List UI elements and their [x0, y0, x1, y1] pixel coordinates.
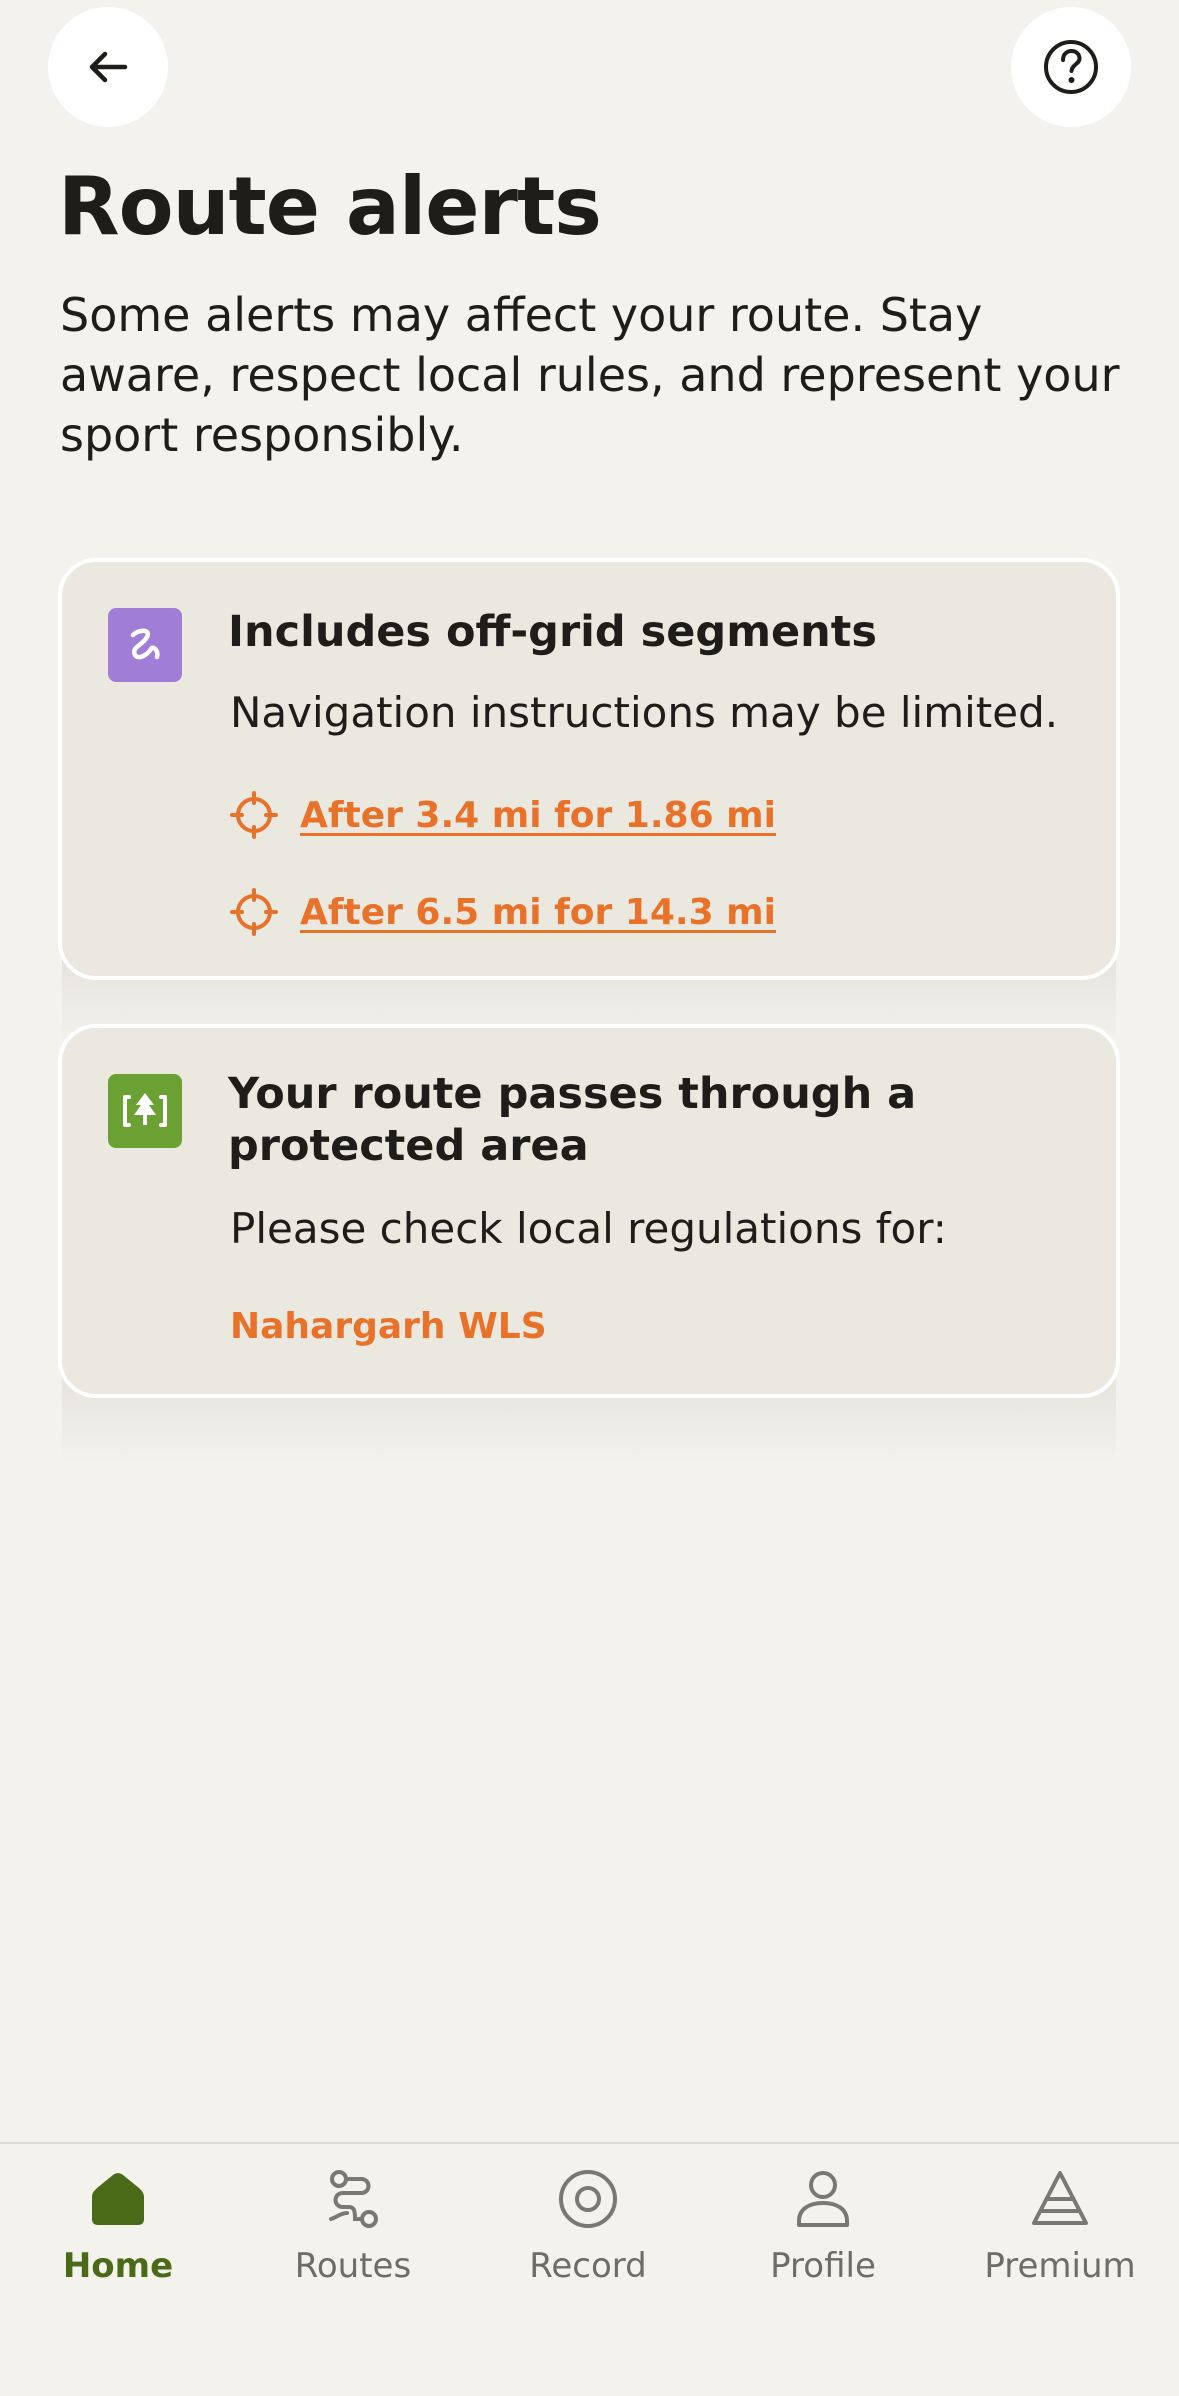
nav-item-profile[interactable]: Profile — [723, 2164, 923, 2286]
nav-label: Home — [62, 2246, 174, 2286]
segment-link-2[interactable]: After 6.5 mi for 14.3 mi — [230, 887, 776, 937]
nav-label: Profile — [770, 2246, 876, 2286]
alert-card: Includes off-grid segments Navigation in… — [58, 558, 1120, 980]
protected-area-link[interactable]: Nahargarh WLS — [230, 1306, 547, 1347]
nav-label: Routes — [294, 2246, 412, 2286]
crosshair-icon — [230, 791, 278, 839]
premium-icon — [1025, 2164, 1095, 2234]
nav-item-home[interactable]: Home — [18, 2164, 218, 2286]
segment-link-1[interactable]: After 3.4 mi for 1.86 mi — [230, 790, 776, 840]
alert-text: Please check local regulations for: — [230, 1204, 947, 1253]
tree-area-icon — [108, 1074, 182, 1148]
crosshair-icon — [230, 888, 278, 936]
route-alerts-screen: Route alerts Some alerts may affect your… — [0, 0, 1179, 2396]
nav-label: Record — [529, 2246, 647, 2286]
question-circle-icon — [1044, 40, 1098, 94]
home-icon — [83, 2164, 153, 2234]
squiggle-route-icon — [108, 608, 182, 682]
record-icon — [553, 2164, 623, 2234]
arrow-left-icon — [89, 51, 128, 83]
nav-item-routes[interactable]: Routes — [253, 2164, 453, 2286]
nav-item-premium[interactable]: Premium — [960, 2164, 1160, 2286]
alert-text: Navigation instructions may be limited. — [230, 688, 1059, 737]
bottom-nav: Home Routes Record Profile Premium — [0, 2142, 1179, 2396]
alert-card: Your route passes through a protected ar… — [58, 1024, 1120, 1398]
nav-item-record[interactable]: Record — [488, 2164, 688, 2286]
alert-card-protected-area: Your route passes through a protected ar… — [58, 1024, 1120, 1468]
alert-card-off-grid: Includes off-grid segments Navigation in… — [58, 558, 1120, 1050]
alert-title: Your route passes through a protected ar… — [228, 1069, 917, 1171]
segment-link-label[interactable]: After 3.4 mi for 1.86 mi — [300, 795, 776, 836]
help-button[interactable] — [1011, 7, 1131, 127]
segment-link-label[interactable]: After 6.5 mi for 14.3 mi — [300, 892, 776, 933]
profile-icon — [788, 2164, 858, 2234]
routes-icon — [318, 2164, 388, 2234]
alert-title: Includes off-grid segments — [228, 607, 877, 657]
nav-label: Premium — [984, 2246, 1136, 2286]
page-subtitle: Some alerts may affect your route. Stay … — [60, 288, 1120, 462]
page-title: Route alerts — [58, 160, 602, 253]
back-button[interactable] — [48, 7, 168, 127]
